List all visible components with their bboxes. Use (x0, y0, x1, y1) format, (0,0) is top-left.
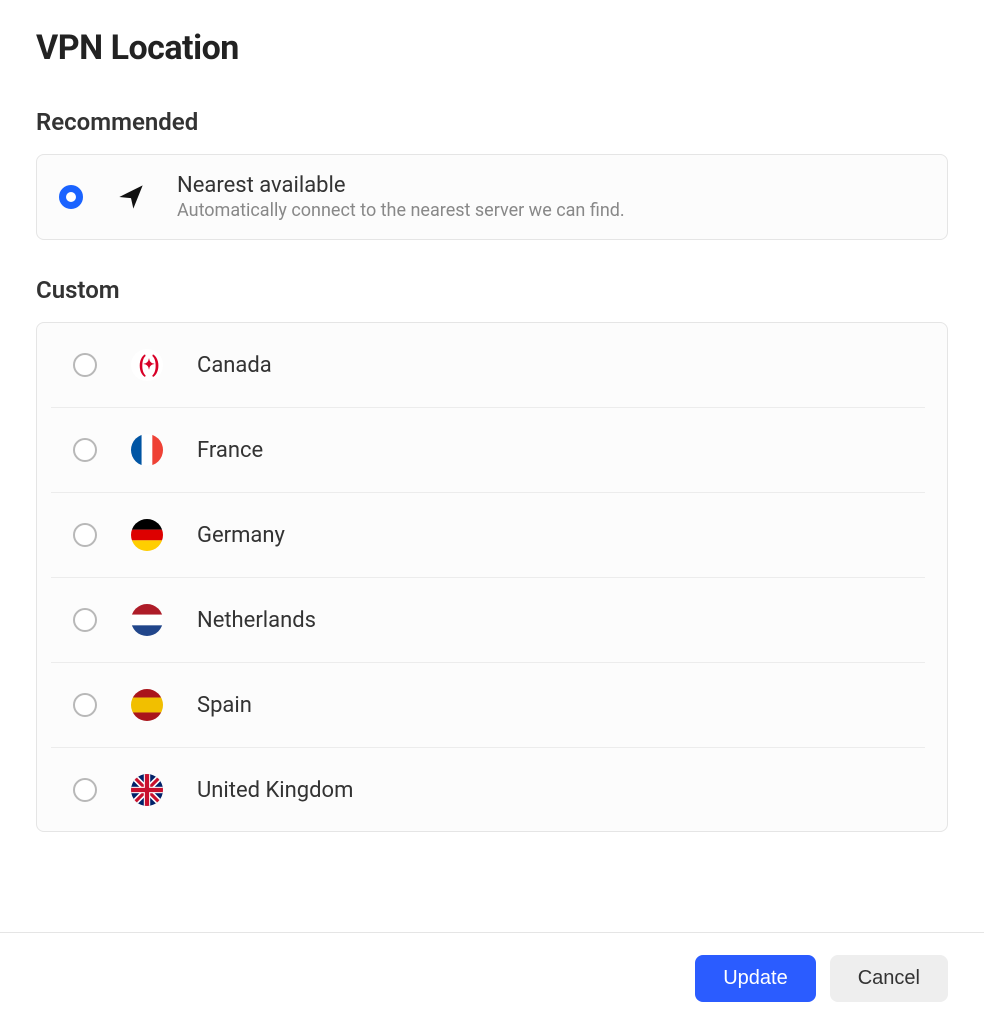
radio-unselected[interactable] (73, 353, 97, 377)
custom-list-scroll[interactable]: (✦) Canada France (37, 323, 947, 831)
page-title: VPN Location (36, 28, 948, 68)
custom-section: Custom (✦) Canada (36, 276, 948, 832)
recommended-card: Nearest available Automatically connect … (36, 154, 948, 240)
update-button[interactable]: Update (695, 955, 816, 1002)
country-option-united-kingdom[interactable]: United Kingdom (51, 748, 925, 831)
country-label: France (197, 438, 263, 463)
country-label: Spain (197, 693, 252, 718)
country-label: Canada (197, 353, 272, 378)
country-label: Netherlands (197, 608, 316, 633)
cancel-button[interactable]: Cancel (830, 955, 948, 1002)
footer-actions: Update Cancel (0, 932, 984, 1024)
country-option-spain[interactable]: Spain (51, 663, 925, 748)
flag-netherlands-icon (131, 604, 163, 636)
flag-uk-icon (131, 774, 163, 806)
country-option-canada[interactable]: (✦) Canada (51, 323, 925, 408)
country-option-netherlands[interactable]: Netherlands (51, 578, 925, 663)
flag-spain-icon (131, 689, 163, 721)
custom-list: (✦) Canada France (36, 322, 948, 832)
custom-heading: Custom (36, 276, 948, 304)
location-arrow-icon (117, 183, 145, 211)
radio-unselected[interactable] (73, 693, 97, 717)
radio-unselected[interactable] (73, 608, 97, 632)
flag-germany-icon (131, 519, 163, 551)
radio-unselected[interactable] (73, 778, 97, 802)
country-label: Germany (197, 523, 285, 548)
radio-unselected[interactable] (73, 523, 97, 547)
flag-france-icon (131, 434, 163, 466)
recommended-section: Recommended Nearest available Automatica… (36, 108, 948, 240)
recommended-heading: Recommended (36, 108, 948, 136)
flag-canada-icon: (✦) (131, 349, 163, 381)
country-label: United Kingdom (197, 778, 353, 803)
recommended-option-description: Automatically connect to the nearest ser… (177, 200, 625, 221)
country-option-germany[interactable]: Germany (51, 493, 925, 578)
country-option-france[interactable]: France (51, 408, 925, 493)
recommended-option-label: Nearest available (177, 173, 625, 198)
recommended-option-nearest[interactable]: Nearest available Automatically connect … (37, 155, 947, 239)
radio-selected[interactable] (59, 185, 83, 209)
radio-unselected[interactable] (73, 438, 97, 462)
